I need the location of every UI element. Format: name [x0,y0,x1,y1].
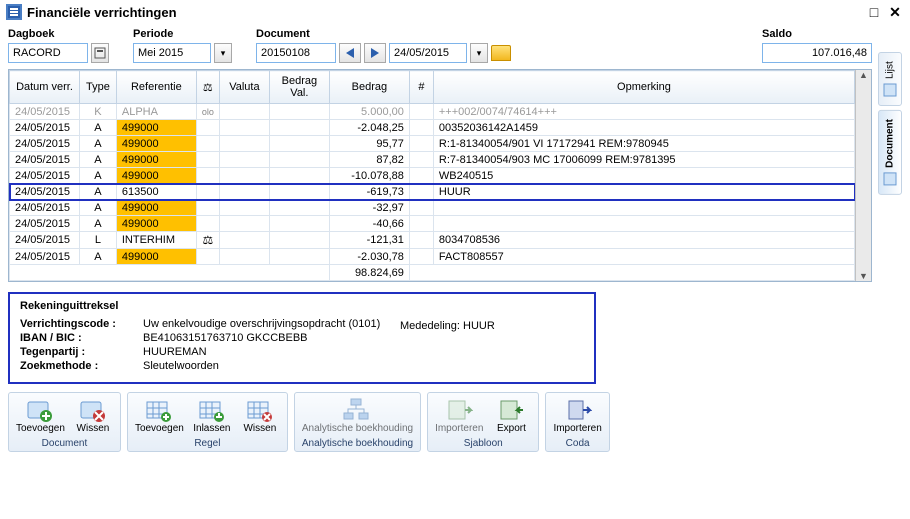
toolbar-group-title: Analytische boekhouding [298,436,417,449]
import-coda-icon [563,398,593,422]
row-add-button[interactable]: Toevoegen [131,396,188,436]
grid-header-row: Datum verr. Type Referentie ⚖ Valuta Bed… [10,71,855,104]
periode-input[interactable] [133,43,211,63]
window-maximize-button[interactable]: □ [865,5,883,20]
titlebar: Financiële verrichtingen □ ✕ [0,0,910,24]
toolbar-group: ToevoegenWissenDocument [8,392,121,452]
table-row[interactable]: 24/05/2015KALPHAolo5.000,00+++002/0074/7… [10,104,855,120]
toolbar-group: ImporterenCoda [545,392,609,452]
verrichtingscode-value: Uw enkelvoudige overschrijvingsopdracht … [143,318,380,330]
tpl-import-button: Importeren [431,396,487,436]
detail-title: Rekeninguittreksel [20,300,584,312]
import-tpl-icon [444,398,474,422]
table-row[interactable]: 24/05/2015A49900087,82R:7-81340054/903 M… [10,152,855,168]
verrichtingscode-label: Verrichtingscode : [20,318,135,330]
grid-ins-icon [197,398,227,422]
col-hash[interactable]: # [409,71,433,104]
row-del-button[interactable]: Wissen [236,396,284,436]
transactions-grid: Datum verr. Type Referentie ⚖ Valuta Bed… [8,69,872,282]
toolbar-group: Analytische boekhoudingAnalytische boekh… [294,392,421,452]
table-row[interactable]: 24/05/2015A613500-619,73HUUR [10,184,855,200]
tpl-export-button[interactable]: Export [487,396,535,436]
saldo-input [762,43,872,63]
table-row[interactable]: 24/05/2015A499000-32,97 [10,200,855,216]
iban-label: IBAN / BIC : [20,332,135,344]
coda-import-button[interactable]: Importeren [549,396,605,436]
dagboek-lookup-button[interactable] [91,43,109,63]
window-close-button[interactable]: ✕ [886,5,904,20]
col-referentie[interactable]: Referentie [116,71,196,104]
window-title: Financiële verrichtingen [27,5,177,20]
saldo-label: Saldo [762,28,872,40]
grid-scrollbar[interactable] [855,70,871,281]
scale-icon: ⚖ [202,233,213,247]
table-row[interactable]: 24/05/2015A499000-2.030,78FACT808557 [10,249,855,265]
analytic-button: Analytische boekhouding [298,396,417,436]
toolbar-group-title: Sjabloon [460,436,507,449]
link-icon: olo [202,107,214,117]
toolbar-group-title: Coda [562,436,594,449]
col-bedrag[interactable]: Bedrag [329,71,409,104]
tab-document[interactable]: Document [878,110,902,195]
document-date-dropdown-button[interactable]: ▾ [470,43,488,63]
document-prev-button[interactable] [339,43,361,63]
col-type[interactable]: Type [80,71,117,104]
toolbar-group: ToevoegenInlassenWissen Regel [127,392,288,452]
tegenpartij-value: HUUREMAN [143,346,207,358]
del-icon [78,398,108,422]
folder-icon[interactable] [491,45,511,61]
table-row[interactable]: 24/05/2015A49900095,77R:1-81340054/901 V… [10,136,855,152]
toolbar-group-title: Document [38,436,92,449]
tegenpartij-label: Tegenpartij : [20,346,135,358]
col-valuta[interactable]: Valuta [219,71,269,104]
filter-bar: Dagboek Periode ▾ Document [8,28,872,63]
toolbar-group-title: Regel [190,436,224,449]
grid-del-icon [245,398,275,422]
document-input[interactable] [256,43,336,63]
iban-value: BE41063151763710 GKCCBEBB [143,332,308,344]
dagboek-label: Dagboek [8,28,109,40]
dagboek-input[interactable] [8,43,88,63]
table-row[interactable]: 24/05/2015A499000-10.078,88WB240515 [10,168,855,184]
grid-add-icon [144,398,174,422]
window-icon [6,4,22,20]
tree-icon [342,398,372,422]
document-date-input[interactable] [389,43,467,63]
periode-dropdown-button[interactable]: ▾ [214,43,232,63]
tab-icon [883,83,897,97]
detail-panel: Rekeninguittreksel Mededeling: HUUR Verr… [8,292,596,384]
periode-label: Periode [133,28,232,40]
col-opmerking[interactable]: Opmerking [433,71,854,104]
table-row[interactable]: 24/05/2015A499000-40,66 [10,216,855,232]
col-datum[interactable]: Datum verr. [10,71,80,104]
bottom-toolbar: ToevoegenWissenDocumentToevoegenInlassen… [8,392,872,452]
zoekmethode-label: Zoekmethode : [20,360,135,372]
grid-total-row: 98.824,69 [10,265,855,281]
col-bedrag-val[interactable]: Bedrag Val. [269,71,329,104]
table-row[interactable]: 24/05/2015LINTERHIM⚖-121,318034708536 [10,232,855,249]
add-icon [25,398,55,422]
table-row[interactable]: 24/05/2015A499000-2.048,2500352036142A14… [10,120,855,136]
tab-lijst[interactable]: Lijst [878,52,902,106]
tab-icon [883,172,897,186]
export-tpl-icon [496,398,526,422]
toolbar-group: ImporterenExportSjabloon [427,392,539,452]
document-label: Document [256,28,511,40]
row-ins-button[interactable]: Inlassen [188,396,236,436]
mededeling: Mededeling: HUUR [400,320,495,332]
grid-total-bedrag: 98.824,69 [329,265,409,281]
side-tabs: Lijst Document [878,52,902,452]
scale-icon: ⚖ [203,82,213,94]
doc-add-button[interactable]: Toevoegen [12,396,69,436]
doc-del-button[interactable]: Wissen [69,396,117,436]
document-next-button[interactable] [364,43,386,63]
col-balance-icon[interactable]: ⚖ [196,71,219,104]
zoekmethode-value: Sleutelwoorden [143,360,219,372]
